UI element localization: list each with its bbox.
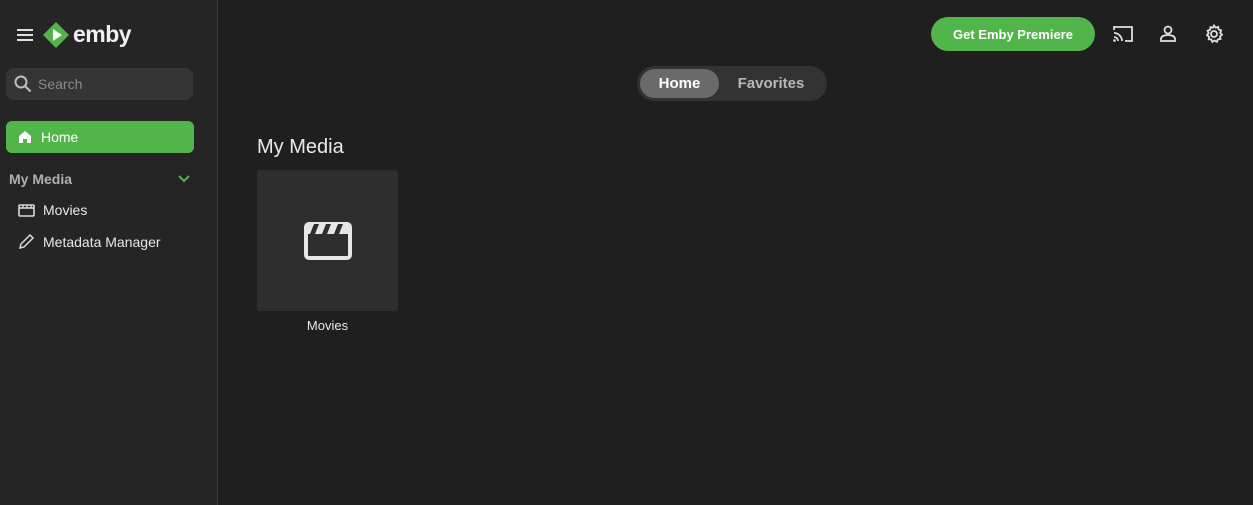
sidebar-item-label: Metadata Manager: [43, 234, 161, 250]
sidebar-item-label: Home: [41, 129, 79, 145]
menu-icon[interactable]: [14, 24, 36, 46]
chevron-down-icon: [178, 175, 190, 183]
search-icon: [14, 75, 32, 93]
home-icon: [19, 131, 31, 143]
clapperboard-icon: [303, 221, 352, 260]
home-tabs: Home Favorites: [637, 66, 827, 101]
search-box[interactable]: [6, 68, 193, 100]
my-media-title: My Media: [257, 136, 344, 158]
movie-icon: [18, 204, 35, 217]
cast-icon[interactable]: [1111, 22, 1135, 46]
sidebar-item-movies[interactable]: Movies: [18, 199, 87, 221]
gear-icon[interactable]: [1202, 22, 1226, 46]
sidebar: emby Home My Media: [0, 0, 218, 505]
sidebar-item-metadata-manager[interactable]: Metadata Manager: [18, 231, 161, 253]
library-card-label[interactable]: Movies: [257, 318, 398, 333]
section-header-label: My Media: [9, 171, 73, 187]
sidebar-item-label: Movies: [43, 202, 88, 218]
get-premiere-button[interactable]: Get Emby Premiere: [931, 17, 1095, 51]
search-input[interactable]: [38, 76, 188, 92]
user-icon[interactable]: [1156, 22, 1180, 46]
emby-logo-icon: [43, 21, 69, 48]
library-card-movies[interactable]: [257, 170, 398, 311]
tab-home[interactable]: Home: [640, 69, 719, 98]
emby-logo[interactable]: emby: [43, 21, 132, 48]
app-root: emby Home My Media: [0, 0, 1253, 505]
logo-text: emby: [73, 21, 132, 47]
sidebar-item-home[interactable]: Home: [6, 121, 194, 153]
tab-favorites[interactable]: Favorites: [719, 69, 823, 98]
pencil-icon: [18, 234, 35, 250]
my-media-section-header[interactable]: My Media: [9, 169, 191, 189]
sidebar-topbar: [14, 20, 36, 50]
